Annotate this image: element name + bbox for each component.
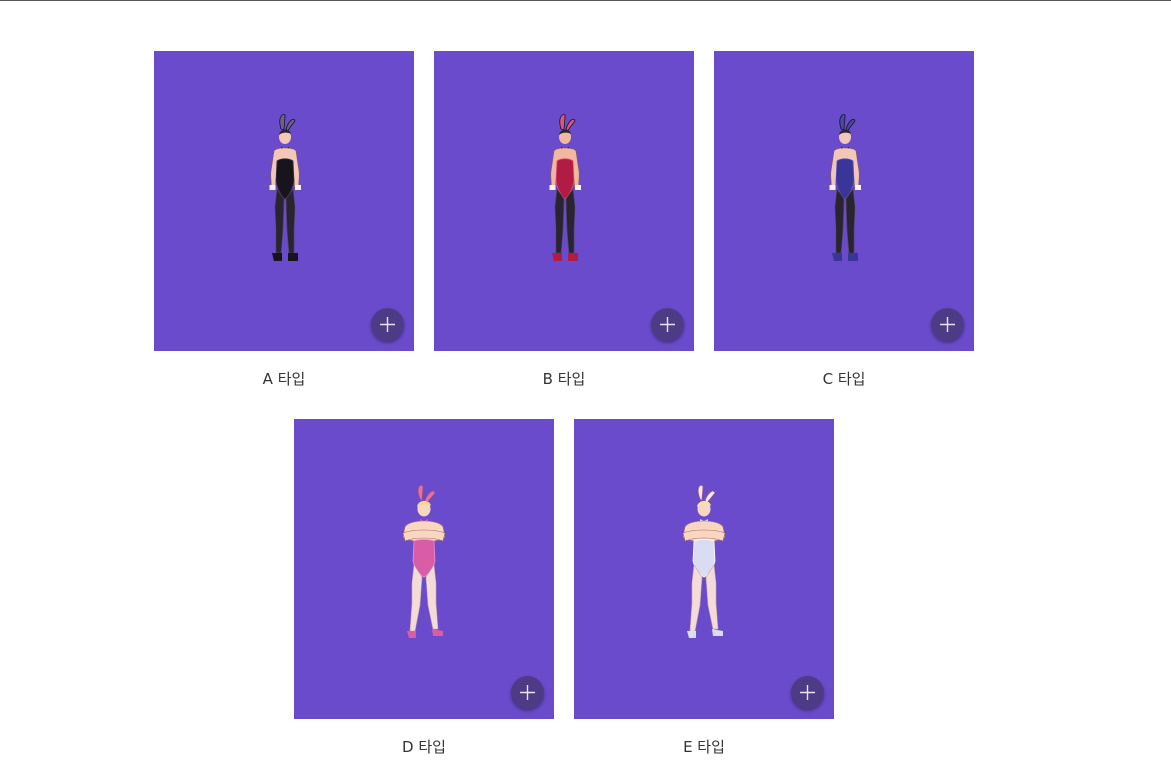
character-thumbnail[interactable] (574, 419, 834, 719)
bunny-ear-left (697, 485, 704, 502)
plus-icon (380, 317, 395, 332)
cuff-right (575, 185, 581, 190)
plus-icon (520, 685, 535, 700)
card-caption: D 타입 (402, 738, 446, 756)
card-caption: B 타입 (542, 370, 586, 388)
character-thumbnail[interactable] (154, 51, 414, 351)
shoe-left (552, 253, 562, 261)
cuff-left (549, 185, 556, 190)
character-figure (682, 485, 726, 638)
shoe-right (712, 629, 723, 636)
gallery-card-a[interactable]: A 타입 (154, 51, 414, 388)
shoe-right (568, 253, 578, 261)
card-caption: E 타입 (683, 738, 725, 756)
leg-left (274, 188, 285, 254)
leg-right (285, 188, 296, 254)
shoe-left (272, 253, 282, 261)
leg-right (705, 564, 719, 630)
card-caption: C 타입 (822, 370, 866, 388)
shoe-left (407, 631, 416, 638)
bunny-ear-right (565, 118, 576, 132)
add-button[interactable] (651, 308, 684, 341)
gallery-card-e[interactable]: E 타입 (574, 419, 834, 756)
character-thumbnail[interactable] (434, 51, 694, 351)
plus-icon (800, 685, 815, 700)
shoe-right (288, 253, 298, 261)
gallery-card-d[interactable]: D 타입 (294, 419, 554, 756)
bunny-ear-left (279, 114, 286, 131)
bunny-ear-left (559, 114, 566, 131)
leg-right (425, 564, 439, 630)
shoe-left (687, 631, 696, 638)
shoe-right (848, 253, 858, 261)
leg-left (689, 564, 703, 632)
gallery-card-b[interactable]: B 타입 (434, 51, 694, 388)
plus-icon (940, 317, 955, 332)
character-figure (829, 114, 861, 261)
bunny-ear-right (285, 118, 296, 132)
add-button[interactable] (791, 676, 824, 709)
leg-right (565, 188, 576, 254)
bunny-ear-right (845, 118, 856, 132)
cuff-right (855, 185, 861, 190)
leg-right (845, 188, 856, 254)
top-divider (0, 0, 1171, 1)
cuff-left (269, 185, 276, 190)
gallery-card-c[interactable]: C 타입 (714, 51, 974, 388)
leg-left (554, 188, 565, 254)
character-figure (269, 114, 301, 261)
card-caption: A 타입 (262, 370, 306, 388)
character-thumbnail[interactable] (714, 51, 974, 351)
cuff-right (295, 185, 301, 190)
add-button[interactable] (371, 308, 404, 341)
cuff-left (829, 185, 836, 190)
leg-left (834, 188, 845, 254)
plus-icon (660, 317, 675, 332)
character-figure (549, 114, 581, 261)
add-button[interactable] (511, 676, 544, 709)
leg-left (409, 564, 423, 632)
bunny-ear-left (417, 485, 424, 502)
character-figure (402, 485, 446, 638)
character-thumbnail[interactable] (294, 419, 554, 719)
shoe-left (832, 253, 842, 261)
add-button[interactable] (931, 308, 964, 341)
shoe-right (432, 629, 443, 636)
bunny-ear-left (839, 114, 846, 131)
